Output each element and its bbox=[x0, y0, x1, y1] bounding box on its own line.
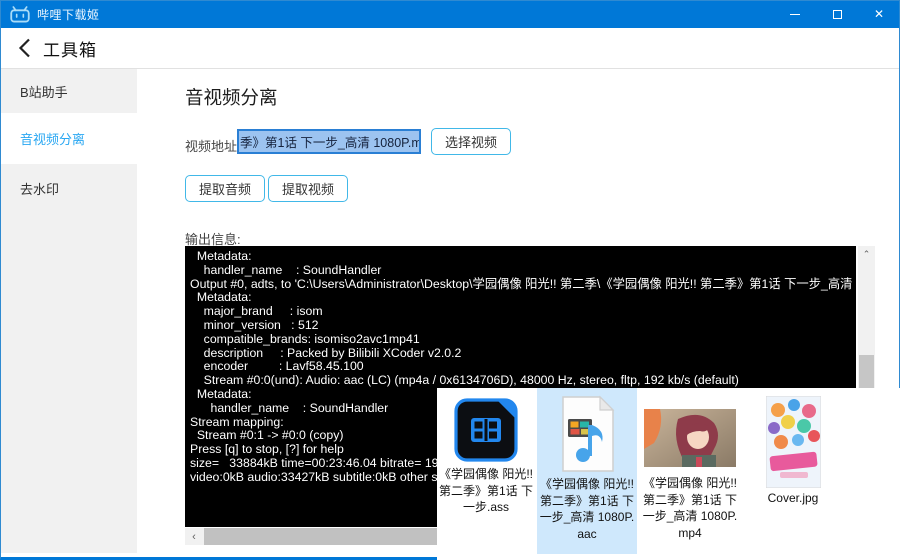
app-title: 哔哩下载姬 bbox=[37, 7, 100, 22]
back-button[interactable] bbox=[18, 38, 31, 58]
title-bar: 哔哩下载姬 ✕ bbox=[0, 0, 900, 28]
maximize-button[interactable] bbox=[816, 0, 858, 28]
console-line: description : Packed by Bilibili XCoder … bbox=[190, 345, 462, 360]
video-url-input[interactable]: 季》第1话 下一步_高清 1080P.mp4 bbox=[237, 129, 421, 154]
file-item-mp4[interactable]: 《学园偶像 阳光!! 第二季》第1话 下一步_高清 1080P.mp4 bbox=[640, 388, 740, 554]
desktop-files-panel: 《学园偶像 阳光!! 第二季》第1话 下一步.ass 《学园偶像 阳光!! 第二… bbox=[437, 388, 900, 560]
console-line: Stream #0:0(und): Audio: aac (LC) (mp4a … bbox=[190, 373, 739, 388]
console-line: minor_version : 512 bbox=[190, 317, 319, 332]
maximize-icon bbox=[832, 9, 842, 19]
minimize-button[interactable] bbox=[774, 0, 816, 28]
console-line: Output #0, adts, to 'C:\Users\Administra… bbox=[190, 276, 856, 291]
file-item-cover[interactable]: Cover.jpg bbox=[743, 388, 843, 554]
audio-file-icon bbox=[537, 388, 637, 473]
file-name: 《学园偶像 阳光!! 第二季》第1话 下一步_高清 1080P.mp4 bbox=[642, 476, 738, 540]
console-line: major_brand : isom bbox=[190, 304, 323, 319]
sidebar-item-av-separate[interactable]: 音视频分离 bbox=[0, 113, 137, 164]
app-window: 哔哩下载姬 ✕ 工具箱 B站助手 音视频分离 去水印 音视频分离 视频地址: 季… bbox=[0, 0, 900, 560]
file-name: Cover.jpg bbox=[767, 491, 819, 505]
sidebar-item-bzhushou[interactable]: B站助手 bbox=[0, 70, 137, 113]
console-line: Metadata: bbox=[190, 290, 252, 305]
console-line: Metadata: bbox=[190, 249, 252, 263]
scroll-left-arrow-icon[interactable]: ‹ bbox=[185, 528, 203, 545]
choose-video-button[interactable]: 选择视频 bbox=[431, 128, 512, 155]
minimize-icon bbox=[790, 13, 800, 15]
page-title[interactable]: 工具箱 bbox=[43, 36, 97, 61]
console-line: compatible_brands: isomiso2avc1mp41 bbox=[190, 331, 420, 346]
bilibili-tv-icon bbox=[10, 5, 30, 23]
file-name: 《学园偶像 阳光!! 第二季》第1话 下一步.ass bbox=[439, 467, 534, 514]
console-line: encoder : Lavf58.45.100 bbox=[190, 359, 364, 374]
section-title: 音视频分离 bbox=[185, 87, 278, 108]
extract-audio-button[interactable]: 提取音频 bbox=[185, 175, 266, 202]
cover-image-thumbnail bbox=[743, 388, 843, 488]
back-chevron-icon bbox=[18, 38, 30, 58]
file-item-ass[interactable]: 《学园偶像 阳光!! 第二季》第1话 下一步.ass bbox=[437, 388, 535, 554]
scroll-up-arrow-icon[interactable]: ⌃ bbox=[858, 246, 875, 263]
video-thumbnail bbox=[640, 388, 740, 467]
video-url-selected-text: 季》第1话 下一步_高清 1080P.mp4 bbox=[239, 131, 419, 152]
video-url-label: 视频地址: bbox=[185, 139, 241, 154]
sidebar-item-watermark[interactable]: 去水印 bbox=[0, 164, 137, 212]
sidebar: B站助手 音视频分离 去水印 bbox=[0, 69, 137, 553]
page-header: 工具箱 bbox=[0, 28, 900, 69]
file-item-aac-selected[interactable]: 《学园偶像 阳光!! 第二季》第1话 下一步_高清 1080P.aac bbox=[537, 388, 637, 554]
close-button[interactable]: ✕ bbox=[858, 0, 900, 28]
console-line: handler_name : SoundHandler bbox=[190, 262, 382, 277]
file-name: 《学园偶像 阳光!! 第二季》第1话 下一步_高清 1080P.aac bbox=[539, 477, 635, 541]
extract-video-button[interactable]: 提取视频 bbox=[268, 175, 349, 202]
video-player-file-icon bbox=[437, 388, 535, 463]
